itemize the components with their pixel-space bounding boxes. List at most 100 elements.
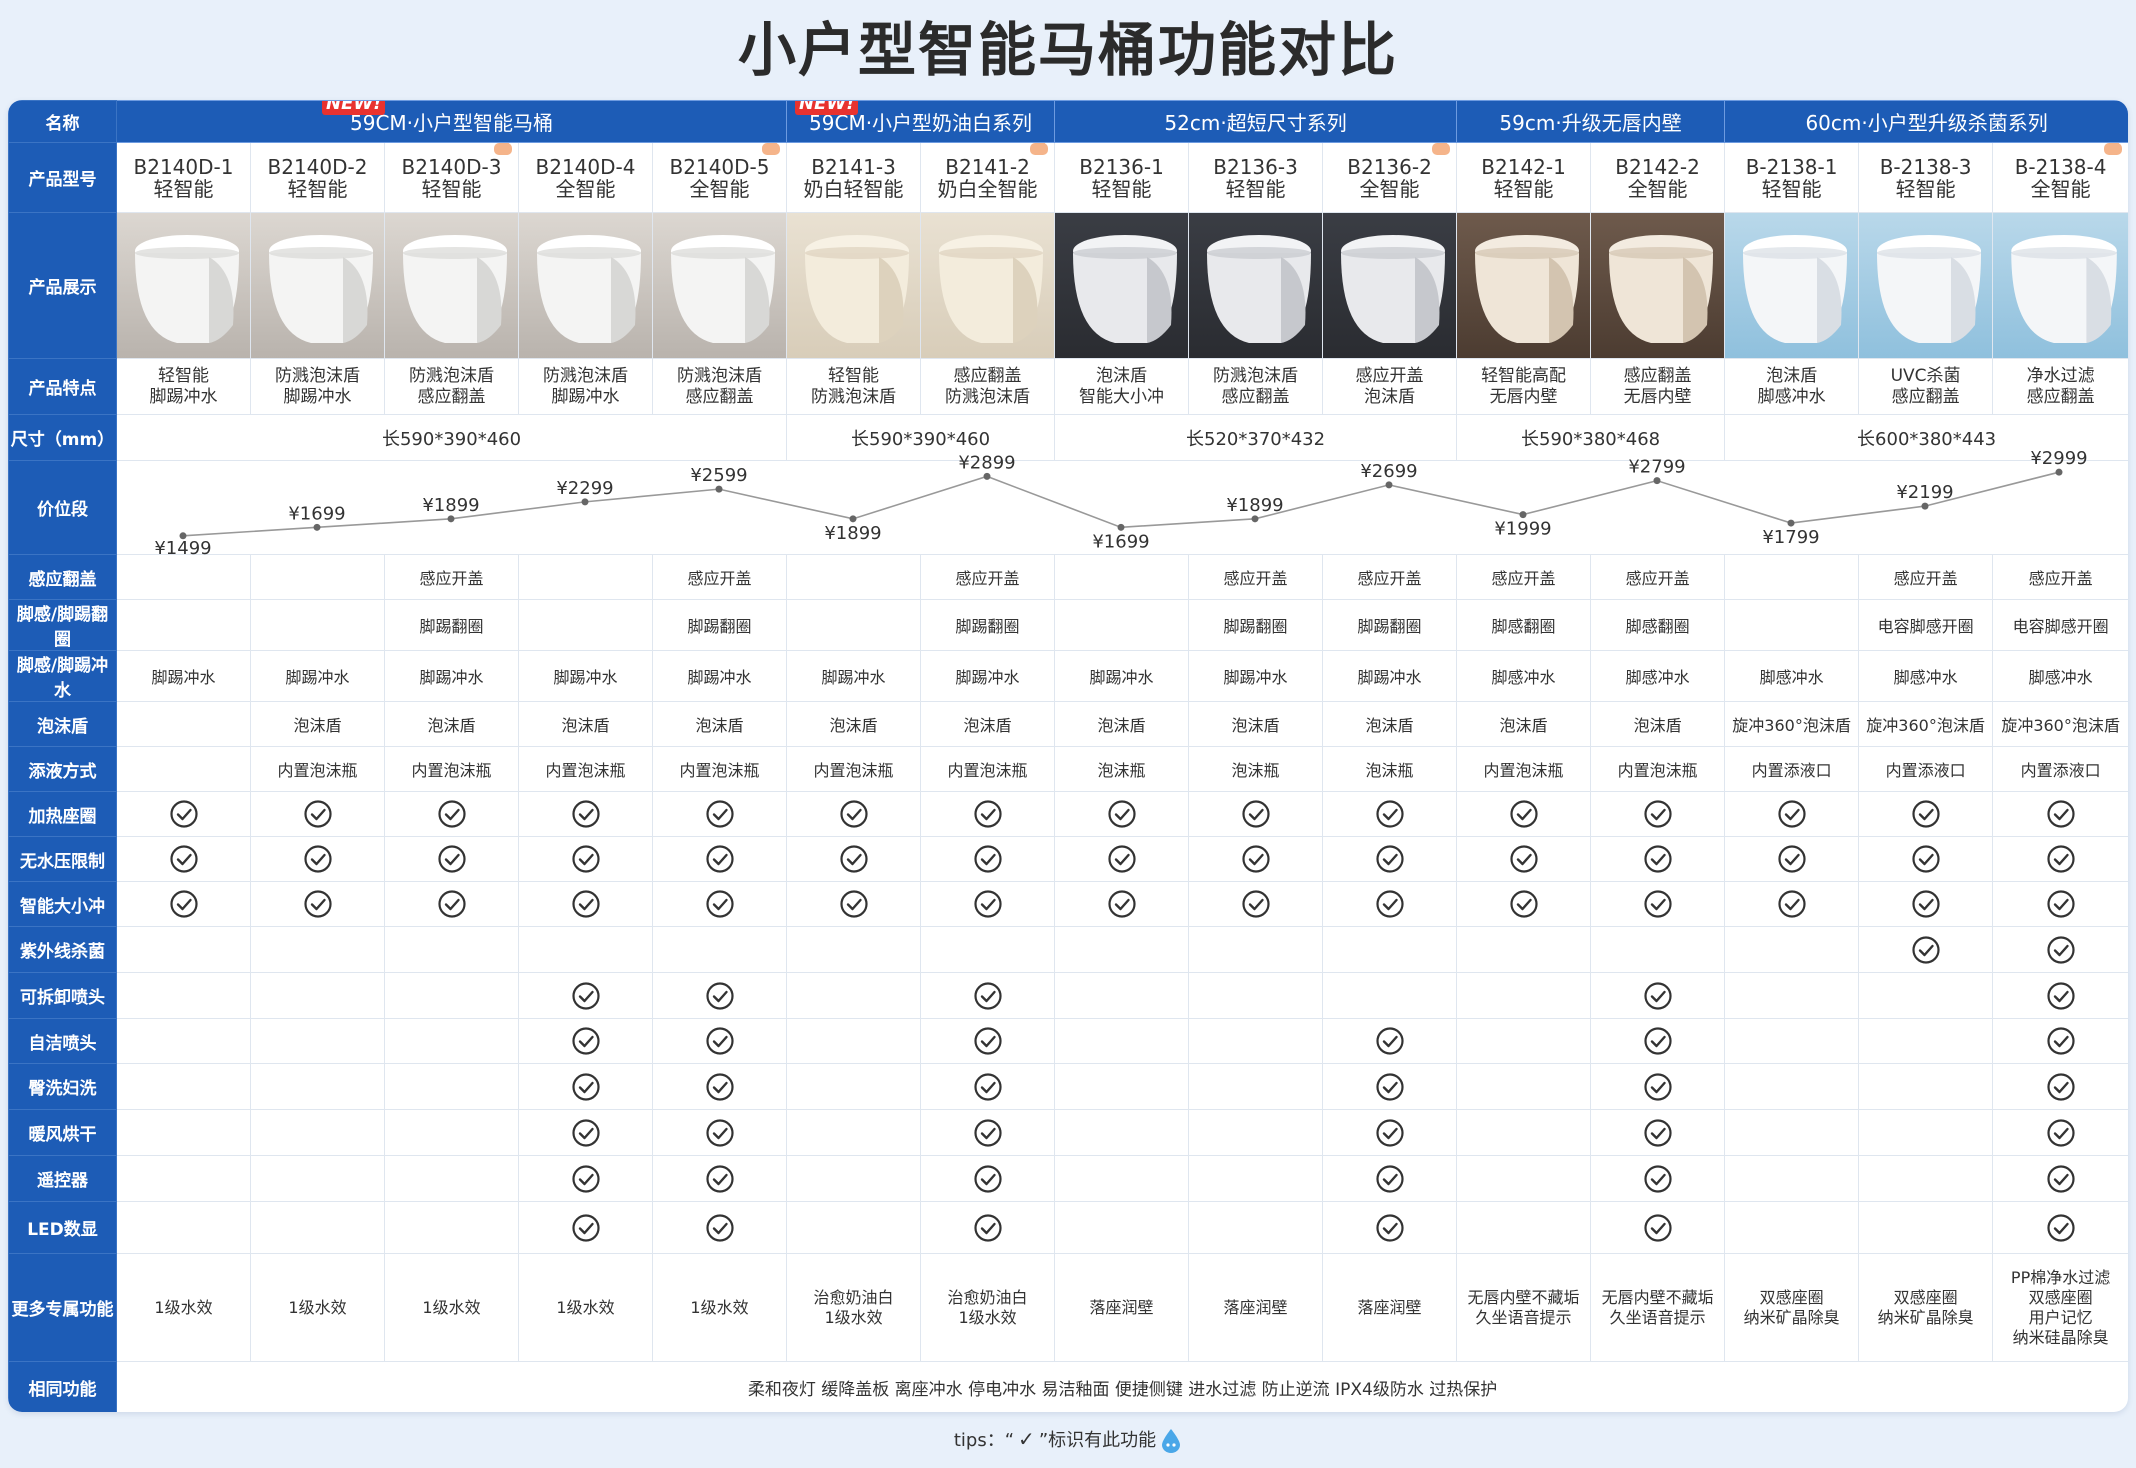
series-group-name: 52cm·超短尺寸系列 (1164, 111, 1347, 135)
check-circle-icon (169, 844, 199, 874)
feature-check-cell (651, 1063, 788, 1110)
feature-check-cell (518, 1155, 653, 1202)
feature-check-cell (651, 1155, 788, 1202)
feature-value: 脚踢冲水 (384, 650, 519, 702)
check-circle-icon (1509, 844, 1539, 874)
feature-empty-cell (1724, 1063, 1860, 1110)
feature-value: 脚感翻圈 (1456, 599, 1592, 651)
product-feature: 防溅泡沫盾 (543, 365, 628, 386)
feature-check-cell (1322, 881, 1458, 927)
feature-value (1724, 554, 1860, 600)
product-model-cell: B2142-2 全智能 (1590, 142, 1726, 213)
check-circle-icon (973, 1164, 1003, 1194)
feature-check-cell (651, 791, 788, 837)
price-cell (1322, 460, 1457, 555)
feature-check-cell (651, 1018, 788, 1064)
feature-check-cell (920, 1155, 1056, 1202)
product-image (1992, 212, 2128, 359)
pointing-hand-icon (1432, 143, 1451, 155)
feature-check-cell (1456, 836, 1592, 882)
check-circle-icon (839, 799, 869, 829)
feature-empty-cell (1188, 1109, 1324, 1156)
feature-check-cell (651, 972, 788, 1019)
product-model: B-2138-1 (1745, 154, 1838, 179)
product-image (384, 212, 519, 359)
feature-check-cell (1322, 791, 1458, 837)
feature-empty-cell (1188, 1201, 1324, 1254)
feature-value: 泡沫盾 (250, 701, 385, 747)
feature-empty-cell (384, 1109, 519, 1156)
feature-empty-cell (1858, 1201, 1994, 1254)
label-check-row: 智能大小冲 (8, 881, 117, 927)
feature-empty-cell (1724, 1201, 1860, 1254)
feature-value: 脚踢冲水 (786, 650, 922, 702)
more-feature: 治愈奶油白 (947, 1287, 1028, 1307)
check-circle-icon (705, 799, 735, 829)
feature-empty-cell (1456, 972, 1592, 1019)
price-cell (1188, 460, 1323, 555)
feature-check-cell (1858, 791, 1994, 837)
feature-check-cell (1992, 791, 2128, 837)
feature-value: 感应开盖 (651, 554, 788, 600)
feature-value: 泡沫盾 (651, 701, 788, 747)
feature-empty-cell (1054, 1109, 1190, 1156)
feature-value: 泡沫盾 (1188, 701, 1324, 747)
feature-value: 电容脚感开圈 (1992, 599, 2128, 651)
feature-check-cell (518, 1018, 653, 1064)
product-feature: 无唇内壁 (1623, 386, 1692, 407)
product-feature: UVC杀菌 (1890, 365, 1961, 386)
more-feature: 纳米硅晶除臭 (2012, 1327, 2109, 1347)
product-feature: 感应翻盖 (685, 386, 754, 407)
check-circle-icon (169, 889, 199, 919)
more-features-cell: 落座润壁 (1322, 1253, 1458, 1362)
feature-check-cell (920, 972, 1056, 1019)
feature-empty-cell (116, 1063, 251, 1110)
feature-check-cell (1322, 1109, 1458, 1156)
more-feature: 久坐语音提示 (1609, 1307, 1706, 1327)
feature-value: 旋冲360°泡沫盾 (1858, 701, 1994, 747)
label-check-row: 无水压限制 (8, 836, 117, 882)
product-feature: 轻智能 (158, 365, 209, 386)
product-feature: 轻智能 (828, 365, 880, 386)
product-features-cell: 泡沫盾 智能大小冲 (1054, 358, 1190, 415)
feature-check-cell (651, 881, 788, 927)
feature-value: 脚踢冲水 (116, 650, 251, 702)
feature-check-cell (1992, 1063, 2128, 1110)
feature-empty-cell (518, 926, 653, 973)
feature-empty-cell (384, 926, 519, 973)
feature-value: 感应开盖 (920, 554, 1056, 600)
product-image (1858, 212, 1994, 359)
feature-empty-cell (786, 1201, 922, 1254)
feature-empty-cell (250, 1018, 385, 1064)
product-image (651, 212, 788, 359)
size-value: 长600*380*443 (1724, 414, 2128, 461)
product-image (1322, 212, 1458, 359)
feature-value: 感应开盖 (1858, 554, 1994, 600)
check-circle-icon (2046, 1072, 2076, 1102)
feature-empty-cell (1456, 926, 1592, 973)
feature-value: 内置添液口 (1858, 746, 1994, 792)
more-feature: 1级水效 (690, 1297, 749, 1317)
feature-check-cell (786, 836, 922, 882)
feature-check-cell (384, 791, 519, 837)
feature-check-cell (1590, 836, 1726, 882)
more-features-cell: PP棉净水过滤 双感座圈 用户记忆 纳米硅晶除臭 (1992, 1253, 2128, 1362)
price-cell (1590, 460, 1725, 555)
check-circle-icon (839, 844, 869, 874)
product-model: B2142-1 (1481, 154, 1566, 179)
product-model: B2140D-2 (267, 154, 368, 179)
series-group-name: 59cm·升级无唇内壁 (1499, 111, 1682, 135)
more-features-cell: 1级水效 (651, 1253, 788, 1362)
product-model: B-2138-4 (2014, 154, 2107, 179)
check-circle-icon (571, 1213, 601, 1243)
check-circle-icon (973, 799, 1003, 829)
feature-check-cell (920, 1201, 1056, 1254)
label-check-row: 臀洗妇洗 (8, 1063, 117, 1110)
feature-value: 泡沫瓶 (1322, 746, 1458, 792)
check-circle-icon (1375, 889, 1405, 919)
check-circle-icon (2046, 1164, 2076, 1194)
product-features-cell: 感应翻盖 无唇内壁 (1590, 358, 1726, 415)
tips-suffix: ”标识有此功能 (1038, 1430, 1157, 1451)
feature-check-cell (1590, 1201, 1726, 1254)
feature-empty-cell (1724, 972, 1860, 1019)
